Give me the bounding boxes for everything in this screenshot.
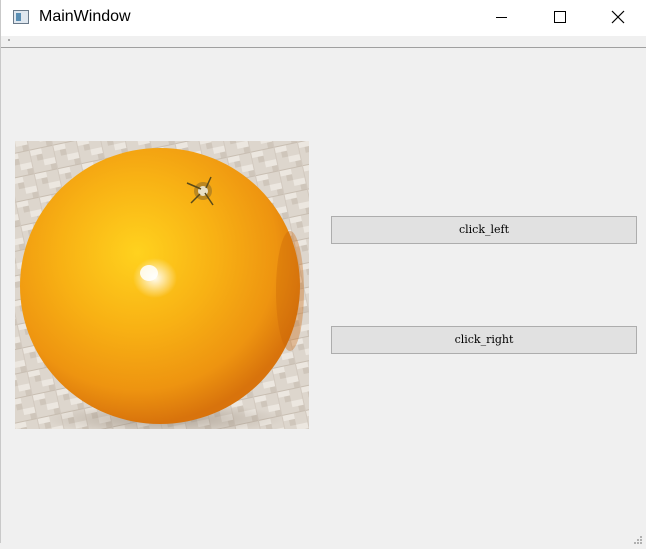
click-right-button[interactable]: click_right xyxy=(331,326,637,354)
minimize-button[interactable] xyxy=(479,0,525,34)
title-bar[interactable]: MainWindow xyxy=(1,0,646,36)
click-left-button[interactable]: click_left xyxy=(331,216,637,244)
close-button[interactable] xyxy=(595,0,641,34)
minimize-icon xyxy=(496,17,507,18)
resize-grip-icon[interactable] xyxy=(633,530,643,544)
orange-image xyxy=(15,141,309,429)
menu-grip xyxy=(8,39,10,41)
menu-bar xyxy=(1,36,646,48)
app-window-icon xyxy=(13,10,29,24)
window-title: MainWindow xyxy=(39,8,131,25)
close-icon xyxy=(611,10,625,24)
maximize-icon xyxy=(554,11,566,23)
main-window: MainWindow click_left click_right xyxy=(0,0,646,544)
maximize-button[interactable] xyxy=(537,0,583,34)
